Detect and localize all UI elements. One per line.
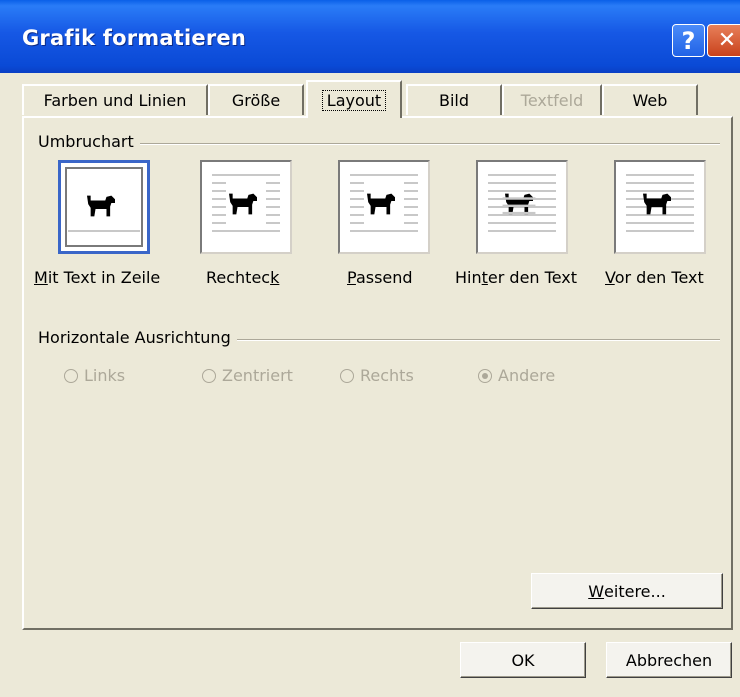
close-button[interactable]: ✕ xyxy=(707,24,740,57)
tab-textfeld: Textfeld xyxy=(502,84,602,115)
text-line xyxy=(404,198,418,200)
text-line xyxy=(68,230,140,232)
text-line xyxy=(266,214,280,216)
text-line xyxy=(488,174,556,176)
close-icon: ✕ xyxy=(717,28,737,53)
text-line xyxy=(350,190,364,192)
text-line xyxy=(350,198,364,200)
text-line xyxy=(350,206,364,208)
tab-farben-und-linien[interactable]: Farben und Linien xyxy=(22,84,208,115)
tab-label: Bild xyxy=(438,91,470,110)
text-line xyxy=(488,182,556,184)
text-line xyxy=(212,198,226,200)
button-label: eitere... xyxy=(604,581,666,601)
radio-circle-icon xyxy=(64,368,78,383)
radio-links: Links xyxy=(64,366,125,385)
text-line xyxy=(212,190,226,192)
text-line xyxy=(488,230,556,232)
text-line xyxy=(404,206,418,208)
wrap-behind-text-label: Hinter den Text xyxy=(455,268,577,287)
text-line xyxy=(212,222,226,224)
radio-zentriert: Zentriert xyxy=(202,366,293,385)
wrap-in-front-label: Vor den Text xyxy=(605,268,704,287)
horizontal-group-label: Horizontale Ausrichtung xyxy=(38,328,237,347)
window-title: Grafik formatieren xyxy=(22,26,246,50)
text-line xyxy=(212,230,280,232)
text-line xyxy=(350,182,364,184)
help-icon: ? xyxy=(681,26,696,55)
text-line xyxy=(626,222,694,224)
radio-label: Zentriert xyxy=(222,366,293,385)
tab-label: Textfeld xyxy=(520,91,584,110)
dog-icon xyxy=(502,193,536,215)
tab-layout[interactable]: Layout xyxy=(306,80,402,118)
radio-circle-icon xyxy=(202,368,216,383)
dog-icon xyxy=(229,193,257,215)
text-line xyxy=(404,222,418,224)
dog-icon xyxy=(643,193,671,215)
text-line xyxy=(350,214,364,216)
wrap-group-label: Umbruchart xyxy=(38,132,140,151)
text-line xyxy=(350,230,418,232)
text-line xyxy=(626,182,694,184)
tab-label: Farben und Linien xyxy=(43,91,187,110)
text-line xyxy=(212,214,226,216)
button-accesskey: W xyxy=(588,581,605,601)
button-label: OK xyxy=(511,650,535,670)
radio-label: Rechts xyxy=(360,366,414,385)
text-line xyxy=(266,182,280,184)
title-bar[interactable]: Grafik formatieren ? ✕ xyxy=(0,0,740,73)
radio-circle-icon xyxy=(340,368,354,383)
tab-bild[interactable]: Bild xyxy=(406,84,502,115)
tab-label: Web xyxy=(632,91,668,110)
radio-andere: Andere xyxy=(478,366,555,385)
dog-icon xyxy=(87,195,115,217)
more-options-button[interactable]: Weitere... xyxy=(531,573,723,609)
tab-groesse[interactable]: Größe xyxy=(208,84,304,115)
text-line xyxy=(212,174,280,176)
text-line xyxy=(212,182,226,184)
text-line xyxy=(404,190,418,192)
tab-label: Größe xyxy=(231,91,281,110)
text-line xyxy=(350,222,364,224)
radio-rechts: Rechts xyxy=(340,366,414,385)
text-line xyxy=(266,198,280,200)
group-divider xyxy=(38,143,720,145)
text-line xyxy=(626,174,694,176)
text-line xyxy=(212,206,226,208)
text-line xyxy=(350,174,418,176)
dog-icon xyxy=(367,193,395,215)
wrap-square-label: Rechteck xyxy=(206,268,280,287)
cancel-button[interactable]: Abbrechen xyxy=(606,642,732,678)
radio-label: Andere xyxy=(498,366,556,385)
text-line xyxy=(266,190,280,192)
tab-web[interactable]: Web xyxy=(602,84,698,115)
wrap-tight-label: Passend xyxy=(347,268,413,287)
tab-strip: Farben und Linien Größe Layout Bild Text… xyxy=(22,80,722,118)
text-line xyxy=(266,206,280,208)
help-button[interactable]: ? xyxy=(672,24,705,57)
tab-label: Layout xyxy=(321,89,387,111)
text-line xyxy=(404,214,418,216)
text-line xyxy=(266,222,280,224)
text-line xyxy=(488,222,556,224)
text-line xyxy=(626,230,694,232)
text-line xyxy=(404,182,418,184)
wrap-inline-label: Mit Text in Zeile xyxy=(34,268,161,287)
radio-circle-icon xyxy=(478,368,492,383)
ok-button[interactable]: OK xyxy=(460,642,586,678)
format-picture-dialog: Grafik formatieren ? ✕ Farben und Linien… xyxy=(0,0,740,697)
radio-label: Links xyxy=(84,366,126,385)
button-label: Abbrechen xyxy=(625,650,713,670)
